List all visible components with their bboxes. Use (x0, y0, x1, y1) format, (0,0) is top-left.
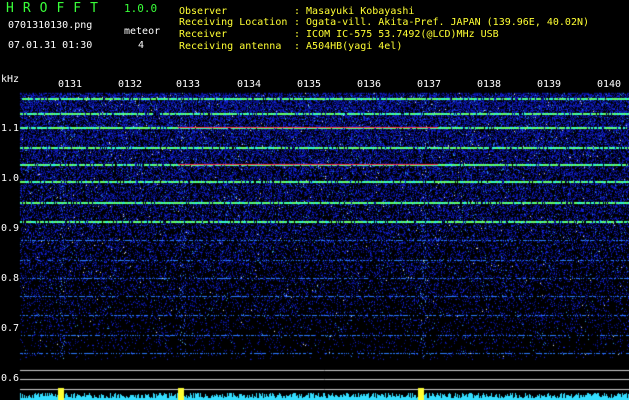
time-tick-label: 0133 (175, 79, 202, 90)
time-tick-label: 0135 (296, 79, 323, 90)
y-tick-label: 0.7 (1, 323, 20, 334)
location-label: Receiving Location (179, 17, 288, 28)
y-tick-label: 0.6 (1, 373, 20, 384)
app-title: HROFFT (6, 1, 107, 16)
y-tick-label: 1.1 (1, 123, 20, 134)
antenna-value: : A504HB(yagi 4el) (294, 41, 403, 52)
y-axis-unit-label: kHz (1, 74, 20, 85)
location-value: : Ogata-vill. Akita-Pref. JAPAN (139.96E… (294, 17, 590, 28)
time-tick-label: 0139 (536, 79, 563, 90)
antenna-label: Receiving antenna (179, 41, 282, 52)
y-tick-label: 0.8 (1, 273, 20, 284)
meteor-count-value: 4 (138, 40, 145, 51)
receiver-value: : ICOM IC-575 53.7492(@LCD)MHz USB (294, 29, 499, 40)
spectrogram-canvas (0, 80, 629, 400)
header-panel: HROFFT 1.0.0 0701310130.png 07.01.31 01:… (0, 0, 629, 74)
time-tick-label: 0136 (356, 79, 383, 90)
receiver-label: Receiver (179, 29, 228, 40)
time-tick-label: 0131 (57, 79, 84, 90)
time-tick-label: 0140 (596, 79, 623, 90)
app-version: 1.0.0 (124, 2, 158, 15)
time-tick-label: 0137 (416, 79, 443, 90)
meteor-count-label: meteor (124, 26, 161, 37)
y-tick-label: 0.9 (1, 223, 20, 234)
time-tick-label: 0138 (476, 79, 503, 90)
time-tick-label: 0134 (236, 79, 263, 90)
time-tick-label: 0132 (117, 79, 144, 90)
y-tick-label: 1.0 (1, 173, 20, 184)
image-filename: 0701310130.png (8, 20, 93, 31)
observation-datetime: 07.01.31 01:30 (8, 40, 93, 51)
